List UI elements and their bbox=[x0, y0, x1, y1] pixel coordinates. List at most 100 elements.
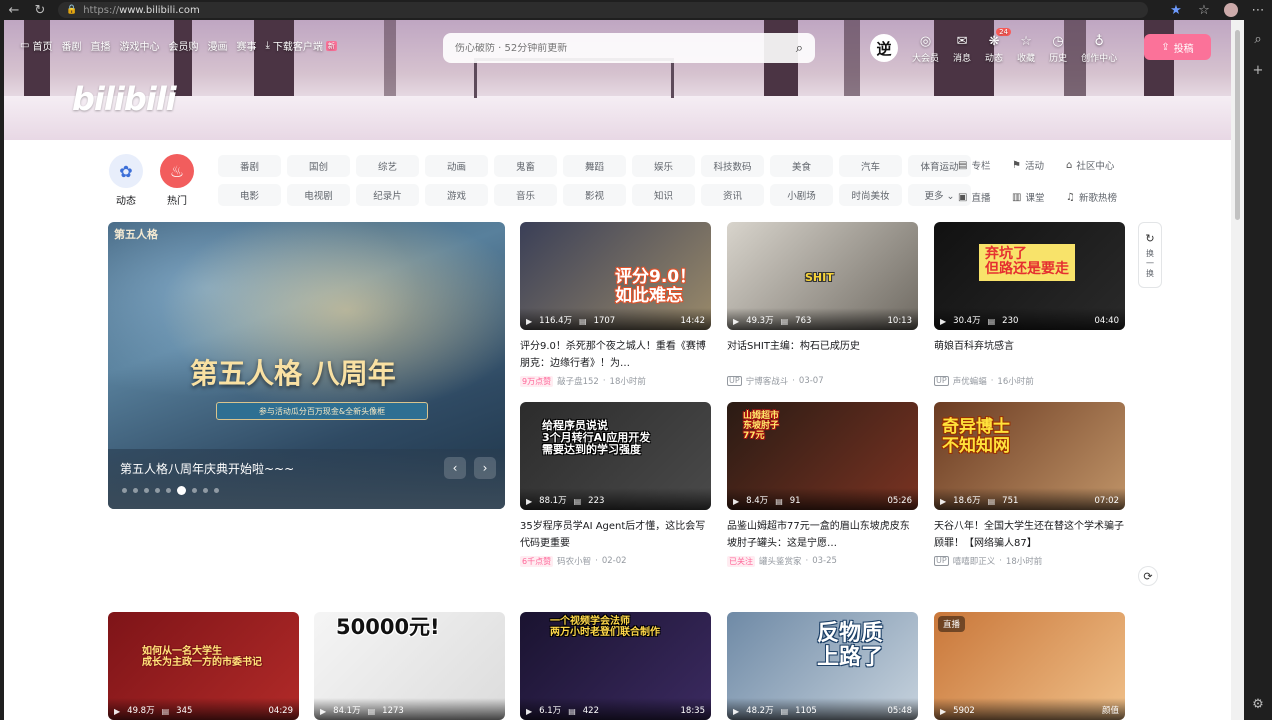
video-card[interactable]: 如何从一名大学生 成长为主政一方的市委书记 ▶ 49.8万 ▤ 345 04:29 bbox=[108, 612, 299, 720]
carousel-dot[interactable] bbox=[166, 488, 171, 493]
category-pill[interactable]: 知识 bbox=[632, 184, 695, 206]
category-pill[interactable]: 小剧场 bbox=[770, 184, 833, 206]
video-card[interactable]: 山姆超市 东坡肘子 77元 ▶ 8.4万 ▤ 91 05:26 品鉴山姆超市77元一盒的眉山… bbox=[727, 402, 918, 567]
uploader-name[interactable]: 码农小智 bbox=[557, 555, 591, 567]
category-pill[interactable]: 游戏 bbox=[425, 184, 488, 206]
video-title[interactable]: 对话SHIT主编：构石已成历史 bbox=[727, 338, 918, 372]
rotate-refresh-icon[interactable]: ⟳ bbox=[1138, 566, 1158, 586]
nav-download-client[interactable]: ⤓ 下载客户端新 bbox=[265, 38, 337, 53]
carousel-dot[interactable] bbox=[177, 486, 186, 495]
category-pill[interactable]: 舞蹈 bbox=[563, 155, 626, 177]
uploader-name[interactable]: 声优蝙蝠 bbox=[953, 375, 987, 387]
category-pill[interactable]: 科技数码 bbox=[701, 155, 764, 177]
bookmark-star-icon[interactable]: ★ bbox=[1168, 3, 1184, 18]
carousel-caption[interactable]: 第五人格八周年庆典开始啦~~~ bbox=[120, 460, 294, 477]
video-title[interactable]: 35岁程序员学AI Agent后才懂，这比会写代码更重要 bbox=[520, 518, 711, 552]
favorites-icon[interactable]: ☆ bbox=[1196, 3, 1212, 18]
side-link-live[interactable]: ▣ 直播 bbox=[958, 190, 1012, 205]
category-pill[interactable]: 资讯 bbox=[701, 184, 764, 206]
category-pill[interactable]: 纪录片 bbox=[356, 184, 419, 206]
category-pill[interactable]: 影视 bbox=[563, 184, 626, 206]
video-thumbnail[interactable]: 直播 ▶ 5902 颜值 bbox=[934, 612, 1125, 720]
history-button[interactable]: ◷ 历史 bbox=[1049, 34, 1067, 64]
video-card[interactable]: SHIT ▶ 49.3万 ▤ 763 10:13 对话SHIT主编：构石已成历史 UP 宁博客战… bbox=[727, 222, 918, 387]
carousel-dot[interactable] bbox=[155, 488, 160, 493]
category-pill[interactable]: 综艺 bbox=[356, 155, 419, 177]
nav-home[interactable]: ▭ 首页 bbox=[20, 38, 52, 53]
nav-bangumi[interactable]: 番剧 bbox=[61, 38, 81, 53]
category-pill[interactable]: 汽车 bbox=[839, 155, 902, 177]
category-pill[interactable]: 美食 bbox=[770, 155, 833, 177]
nav-live[interactable]: 直播 bbox=[90, 38, 110, 53]
video-card[interactable]: 反物质 上路了 ▶ 48.2万 ▤ 1105 05:48 bbox=[727, 612, 918, 720]
video-title[interactable]: 天谷八年！全国大学生还在替这个学术骗子顾罪！【网络骗人87】 bbox=[934, 518, 1125, 552]
nav-esports[interactable]: 赛事 bbox=[236, 38, 256, 53]
video-thumbnail[interactable]: 50000元! ▶ 84.1万 ▤ 1273 bbox=[314, 612, 505, 720]
video-title[interactable]: 萌娘百科弃坑感言 bbox=[934, 338, 1125, 372]
video-card[interactable]: 50000元! ▶ 84.1万 ▤ 1273 bbox=[314, 612, 505, 720]
video-thumbnail[interactable]: 山姆超市 东坡肘子 77元 ▶ 8.4万 ▤ 91 05:26 bbox=[727, 402, 918, 510]
side-link-community[interactable]: ⌂ 社区中心 bbox=[1066, 158, 1140, 173]
video-thumbnail[interactable]: 如何从一名大学生 成长为主政一方的市委书记 ▶ 49.8万 ▤ 345 04:29 bbox=[108, 612, 299, 720]
video-card[interactable]: 弃坑了 但路还是要走 ▶ 30.4万 ▤ 230 04:40 萌娘百科弃坑感言 UP 声优蝙蝠 ·… bbox=[934, 222, 1125, 387]
video-card[interactable]: 一个视频学会法师 两万小时老登们联合制作 ▶ 6.1万 ▤ 422 18:35 bbox=[520, 612, 711, 720]
dynamics-button[interactable]: ❋ 动态 24 bbox=[985, 28, 1012, 64]
vip-button[interactable]: ◎ 大会员 bbox=[912, 34, 939, 64]
video-title[interactable]: 品鉴山姆超市77元一盒的眉山东坡虎皮东坡肘子罐头：这是宁愿… bbox=[727, 518, 918, 552]
uploader-name[interactable]: 宁博客战斗 bbox=[746, 375, 789, 387]
side-link-column[interactable]: ▤ 专栏 bbox=[958, 158, 1012, 173]
carousel-next-button[interactable]: › bbox=[474, 457, 496, 479]
video-thumbnail[interactable]: 评分9.0！ 如此难忘 ▶ 116.4万 ▤ 1707 14:42 bbox=[520, 222, 711, 330]
nav-game-center[interactable]: 游戏中心 bbox=[119, 38, 159, 53]
profile-avatar[interactable] bbox=[1224, 3, 1238, 17]
category-pill[interactable]: 电影 bbox=[218, 184, 281, 206]
refresh-button[interactable]: ↻ 换一换 bbox=[1138, 222, 1162, 288]
plus-icon[interactable]: + bbox=[1253, 63, 1264, 78]
category-pill[interactable]: 鬼畜 bbox=[494, 155, 557, 177]
uploader-name[interactable]: 敲子盘152 bbox=[557, 375, 599, 387]
upload-button[interactable]: ⇪ 投稿 bbox=[1144, 34, 1211, 60]
carousel-dot[interactable] bbox=[133, 488, 138, 493]
side-link-class[interactable]: ▥ 课堂 bbox=[1012, 190, 1066, 205]
carousel[interactable]: 第五人格 第五人格 八周年 参与活动瓜分百万现金&全新头像框 第五人格八周年庆典… bbox=[108, 222, 505, 509]
category-pill[interactable]: 动画 bbox=[425, 155, 488, 177]
carousel-dot[interactable] bbox=[122, 488, 127, 493]
video-thumbnail[interactable]: 一个视频学会法师 两万小时老登们联合制作 ▶ 6.1万 ▤ 422 18:35 bbox=[520, 612, 711, 720]
scroll-thumb[interactable] bbox=[1235, 30, 1240, 220]
nav-mall[interactable]: 会员购 bbox=[168, 38, 198, 53]
category-pill[interactable]: 音乐 bbox=[494, 184, 557, 206]
video-thumbnail[interactable]: 弃坑了 但路还是要走 ▶ 30.4万 ▤ 230 04:40 bbox=[934, 222, 1125, 330]
carousel-dot[interactable] bbox=[203, 488, 208, 493]
bilibili-logo[interactable]: bilibili bbox=[72, 80, 177, 118]
carousel-prev-button[interactable]: ‹ bbox=[444, 457, 466, 479]
category-pill[interactable]: 娱乐 bbox=[632, 155, 695, 177]
video-thumbnail[interactable]: SHIT ▶ 49.3万 ▤ 763 10:13 bbox=[727, 222, 918, 330]
video-title[interactable]: 评分9.0！杀死那个夜之城人！重看《赛博朋克：边缘行者》！为… bbox=[520, 338, 711, 372]
favorites-button[interactable]: ☆ 收藏 bbox=[1017, 34, 1035, 64]
search-input[interactable] bbox=[455, 42, 796, 54]
settings-icon[interactable]: ⚙ bbox=[1252, 697, 1264, 712]
address-bar[interactable]: 🔒 https://www.bilibili.com bbox=[58, 2, 1148, 18]
side-link-music-chart[interactable]: ♫ 新歌热榜 bbox=[1066, 190, 1140, 205]
category-pill[interactable]: 电视剧 bbox=[287, 184, 350, 206]
scrollbar[interactable] bbox=[1231, 20, 1244, 720]
creator-center-button[interactable]: ♁ 创作中心 bbox=[1081, 34, 1117, 64]
search-icon[interactable]: ⌕ bbox=[1254, 32, 1261, 47]
user-avatar[interactable]: 逆 bbox=[870, 34, 898, 62]
carousel-dot[interactable] bbox=[214, 488, 219, 493]
category-pill[interactable]: 国创 bbox=[287, 155, 350, 177]
uploader-name[interactable]: 罐头鉴赏家 bbox=[759, 555, 802, 567]
video-card[interactable]: 直播 ▶ 5902 颜值 bbox=[934, 612, 1125, 720]
video-thumbnail[interactable]: 给程序员说说 3个月转行AI应用开发 需要达到的学习强度 ▶ 88.1万 ▤ 223 bbox=[520, 402, 711, 510]
search-icon[interactable]: ⌕ bbox=[796, 41, 803, 56]
more-icon[interactable]: ⋯ bbox=[1250, 3, 1266, 18]
uploader-name[interactable]: 嘻嘻即正义 bbox=[953, 555, 996, 567]
video-card[interactable]: 奇异博士 不知知网 ▶ 18.6万 ▤ 751 07:02 天谷八年！全国大学生还在替这个学… bbox=[934, 402, 1125, 567]
nav-manga[interactable]: 漫画 bbox=[207, 38, 227, 53]
video-thumbnail[interactable]: 反物质 上路了 ▶ 48.2万 ▤ 1105 05:48 bbox=[727, 612, 918, 720]
back-icon[interactable]: ← bbox=[6, 3, 22, 18]
side-link-activity[interactable]: ⚑ 活动 bbox=[1012, 158, 1066, 173]
reload-icon[interactable]: ↻ bbox=[32, 3, 48, 18]
carousel-dot[interactable] bbox=[144, 488, 149, 493]
category-pill[interactable]: 番剧 bbox=[218, 155, 281, 177]
